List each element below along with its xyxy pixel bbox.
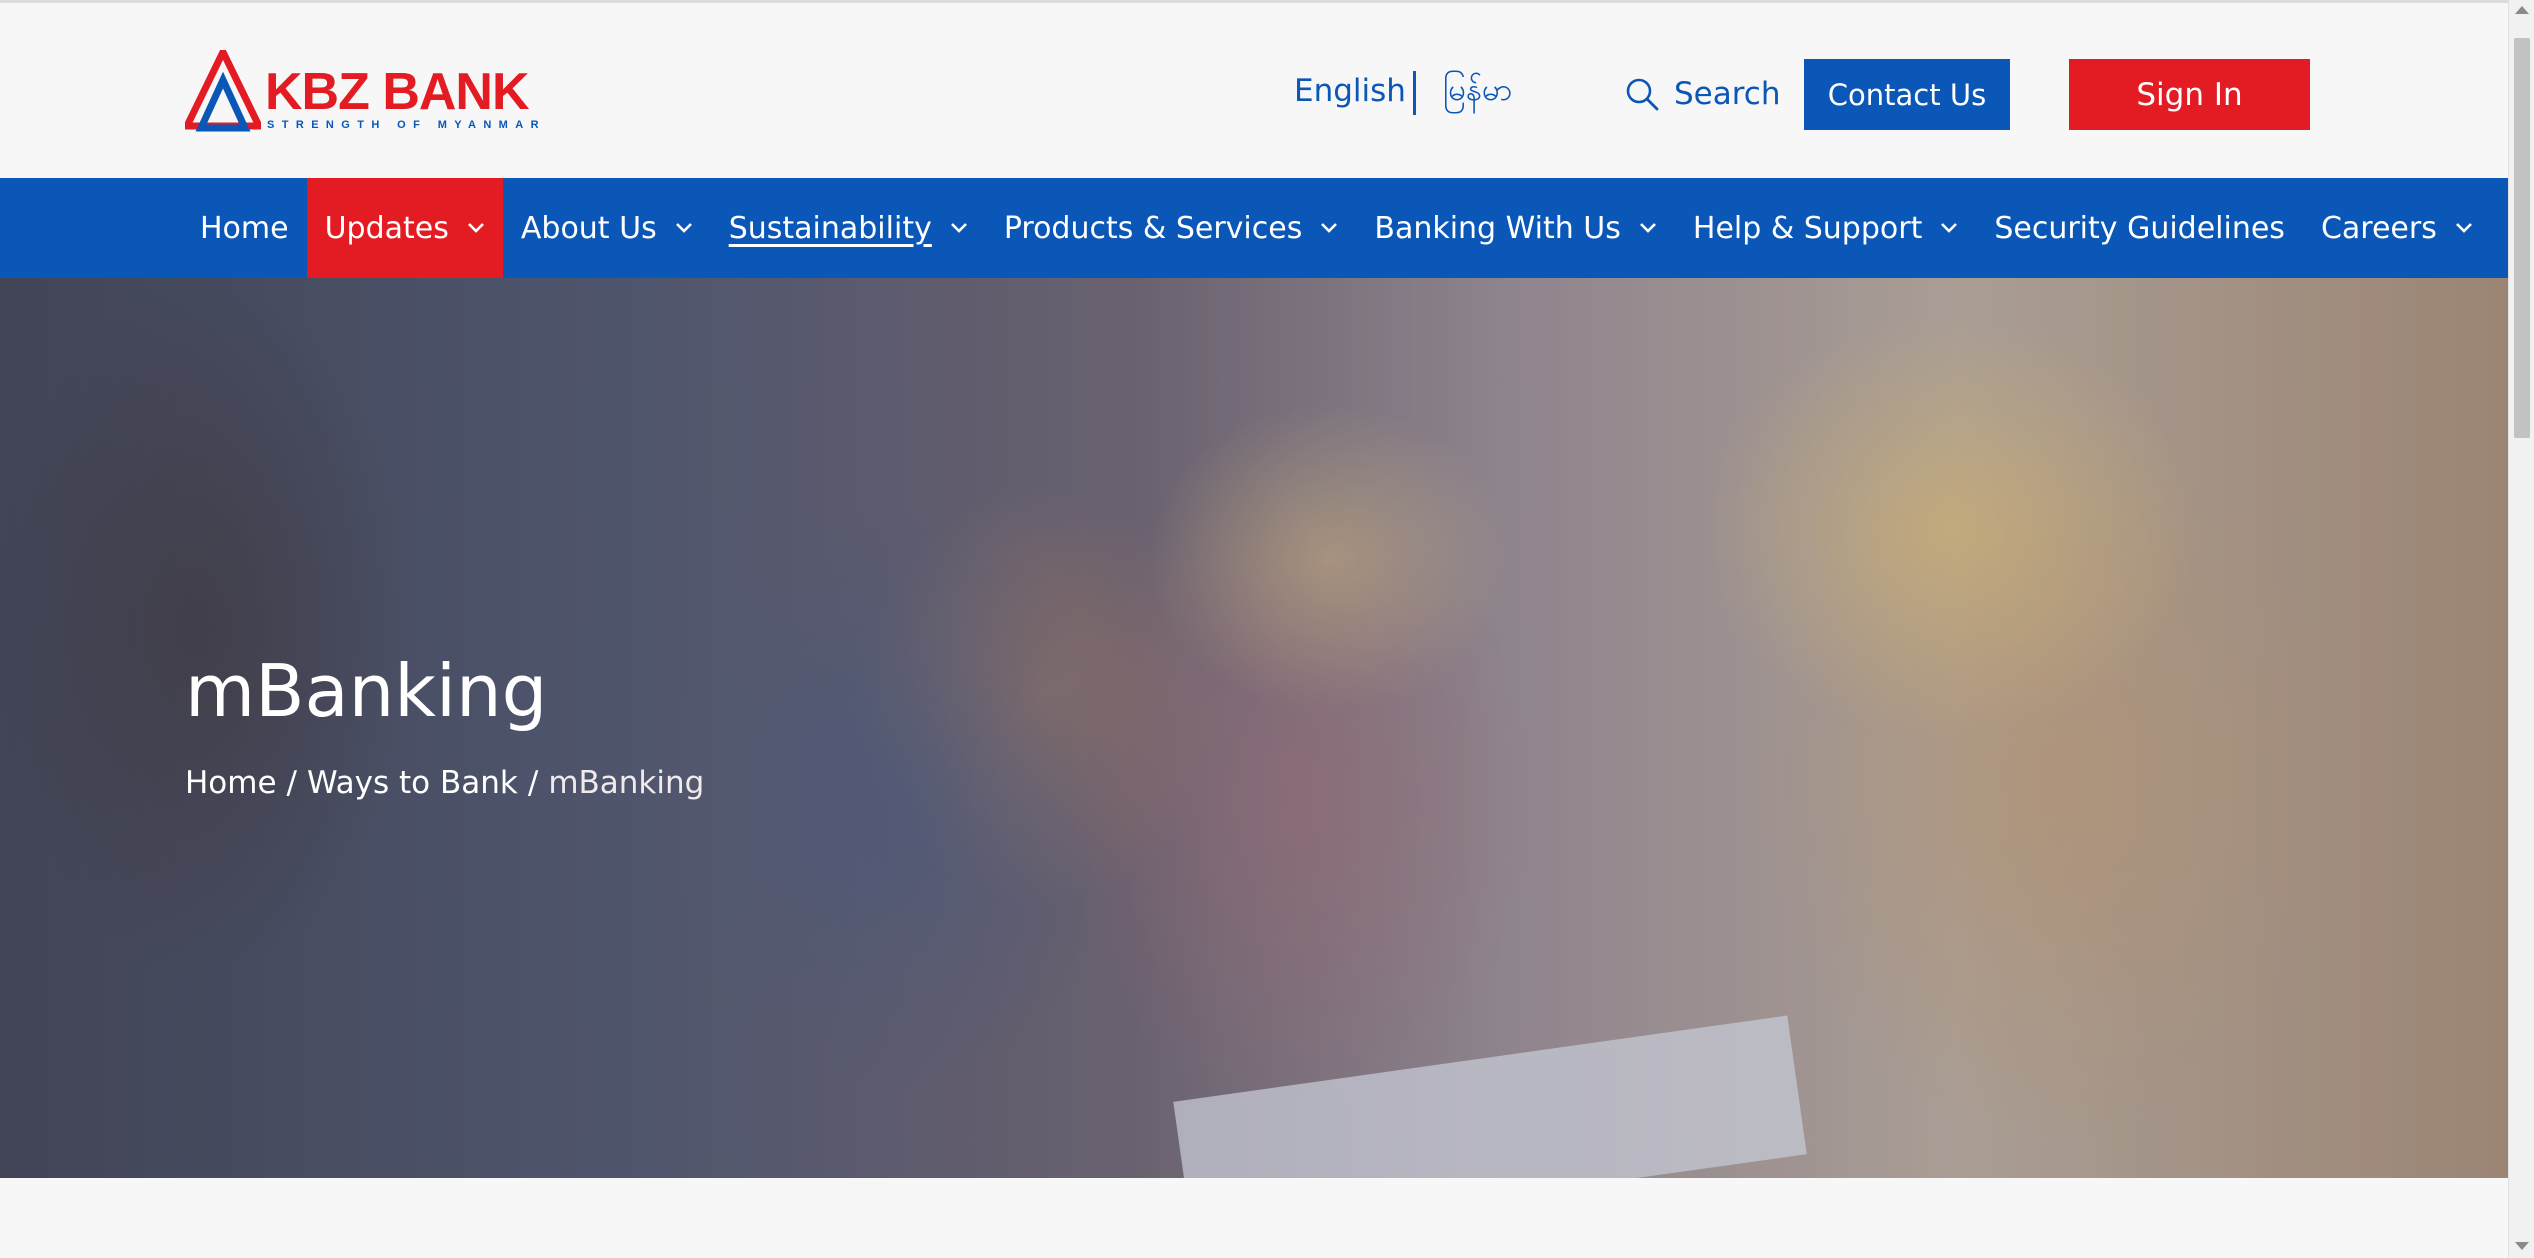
search-button[interactable]: Search [1624, 71, 1781, 117]
nav-item-label: Home [200, 210, 289, 246]
nav-item-label: Help & Support [1692, 210, 1923, 246]
scroll-down-arrow-icon[interactable] [2515, 1242, 2529, 1250]
chevron-down-icon [467, 223, 484, 233]
site-header: KBZ BANK STRENGTH OF MYANMAR English မြန… [0, 3, 2508, 178]
nav-item-home[interactable]: Home [182, 178, 307, 278]
chevron-down-icon [1941, 223, 1958, 233]
search-icon [1626, 78, 1659, 111]
chevron-down-icon [1321, 223, 1338, 233]
page-title: mBanking [185, 649, 548, 733]
nav-item-products-and-services[interactable]: Products & Services [986, 178, 1357, 278]
sign-in-button[interactable]: Sign In [2069, 59, 2310, 130]
nav-item-help-and-support[interactable]: Help & Support [1675, 178, 1976, 278]
language-myanmar-link[interactable]: မြန်မာ [1443, 68, 1512, 112]
chevron-down-icon [2455, 223, 2472, 233]
chevron-down-icon [675, 223, 692, 233]
page-scrollbar[interactable] [2508, 0, 2534, 1258]
nav-items: Home Updates About Us Sustainability Product… [182, 178, 2491, 278]
contact-us-button[interactable]: Contact Us [1804, 59, 2010, 130]
content-area [0, 1178, 2508, 1258]
breadcrumb-separator: / [286, 765, 297, 801]
logo-name: KBZ BANK [265, 63, 530, 121]
logo-tagline: STRENGTH OF MYANMAR [267, 119, 546, 131]
chevron-down-icon [1639, 223, 1656, 233]
nav-item-label: Updates [324, 210, 449, 246]
hero-image-document [1173, 1015, 1807, 1178]
nav-item-label: Security Guidelines [1994, 210, 2285, 246]
breadcrumb-separator: / [527, 765, 539, 801]
language-divider [1413, 71, 1416, 115]
breadcrumb-home-link[interactable]: Home [185, 765, 277, 801]
kbz-logo[interactable]: KBZ BANK STRENGTH OF MYANMAR [185, 50, 539, 140]
chevron-down-icon [950, 223, 967, 233]
search-label: Search [1674, 76, 1781, 112]
kbz-logo-icon [185, 50, 261, 132]
nav-item-careers[interactable]: Careers [2303, 178, 2491, 278]
hero-banner: mBanking Home / Ways to Bank / mBanking [0, 278, 2508, 1178]
nav-item-label: Products & Services [1003, 210, 1303, 246]
nav-item-sustainability[interactable]: Sustainability [711, 178, 986, 278]
nav-item-label: About Us [520, 210, 657, 246]
nav-item-security-guidelines[interactable]: Security Guidelines [1976, 178, 2303, 278]
nav-item-about-us[interactable]: About Us [503, 178, 711, 278]
nav-item-label: Banking With Us [1374, 210, 1621, 246]
scroll-up-arrow-icon[interactable] [2515, 6, 2529, 14]
breadcrumb-current: mBanking [548, 765, 705, 801]
nav-item-label: Sustainability [728, 210, 932, 246]
nav-item-banking-with-us[interactable]: Banking With Us [1356, 178, 1675, 278]
nav-item-label: Careers [2320, 210, 2437, 246]
nav-item-updates[interactable]: Updates [306, 178, 503, 278]
breadcrumb-ways-to-bank-link[interactable]: Ways to Bank [307, 765, 518, 801]
language-english-link[interactable]: English [1294, 71, 1406, 111]
breadcrumb: Home / Ways to Bank / mBanking [185, 765, 704, 801]
main-nav: Home Updates About Us Sustainability Product… [0, 178, 2508, 278]
scrollbar-thumb[interactable] [2514, 38, 2530, 438]
